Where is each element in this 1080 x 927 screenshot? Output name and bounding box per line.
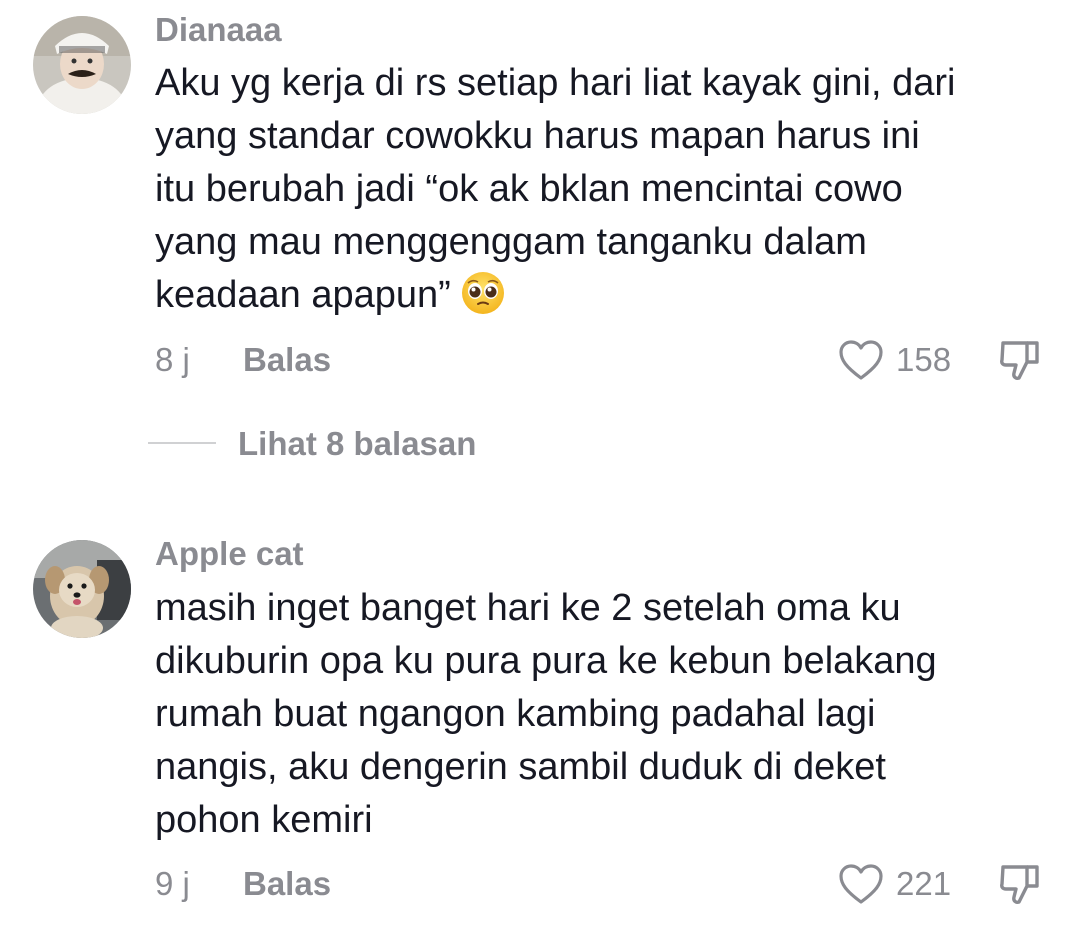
avatar[interactable] [33, 16, 131, 114]
reply-button[interactable]: Balas [243, 342, 331, 378]
pleading-face-emoji [461, 272, 504, 314]
like-count: 221 [896, 865, 952, 902]
comment-text-line: Aku yg kerja di rs setiap hari liat kaya… [155, 62, 956, 104]
comment-text: Aku yg kerja di rs setiap hari liat kaya… [155, 57, 1055, 322]
comment-username[interactable]: Apple cat [155, 536, 304, 572]
comment-item: Dianaaa Aku yg kerja di rs setiap hari l… [0, 0, 1080, 400]
comment-text-line: yang standar cowokku harus mapan harus i… [155, 115, 920, 157]
comment-text-line: masih inget banget hari ke 2 setelah oma… [155, 587, 901, 629]
avatar[interactable] [33, 540, 131, 638]
heart-outline-icon [839, 864, 883, 904]
view-replies-button[interactable]: Lihat 8 balasan [238, 425, 476, 463]
comment-time: 8 j [155, 341, 190, 378]
comment-username[interactable]: Dianaaa [155, 12, 282, 48]
comment-text-line: keadaan apapun” [155, 274, 451, 316]
comment-text-line: dikuburin opa ku pura pura ke kebun bela… [155, 640, 937, 682]
comment-item: Apple cat masih inget banget hari ke 2 s… [0, 530, 1080, 927]
replies-divider [148, 442, 216, 444]
comment-text-line-with-emoji: keadaan apapun” [155, 269, 1055, 322]
comment-text-line: itu berubah jadi “ok ak bklan mencintai … [155, 168, 903, 210]
comment-text-line: nangis, aku dengerin sambil duduk di dek… [155, 746, 886, 788]
like-button[interactable]: 158 [838, 338, 951, 382]
reply-button[interactable]: Balas [243, 866, 331, 902]
comment-text-line: rumah buat ngangon kambing padahal lagi [155, 693, 876, 735]
thumbs-down-outline-icon[interactable] [997, 338, 1043, 384]
view-replies-row: Lihat 8 balasan [0, 420, 1080, 470]
comment-text-line: yang mau menggenggam tanganku dalam [155, 221, 867, 263]
heart-outline-icon [839, 340, 883, 380]
comment-text: masih inget banget hari ke 2 setelah oma… [155, 582, 1055, 847]
thumbs-down-outline-icon[interactable] [997, 862, 1043, 908]
like-button[interactable]: 221 [838, 862, 951, 906]
comment-text-line: pohon kemiri [155, 799, 373, 841]
comment-time: 9 j [155, 865, 190, 902]
like-count: 158 [896, 341, 952, 378]
